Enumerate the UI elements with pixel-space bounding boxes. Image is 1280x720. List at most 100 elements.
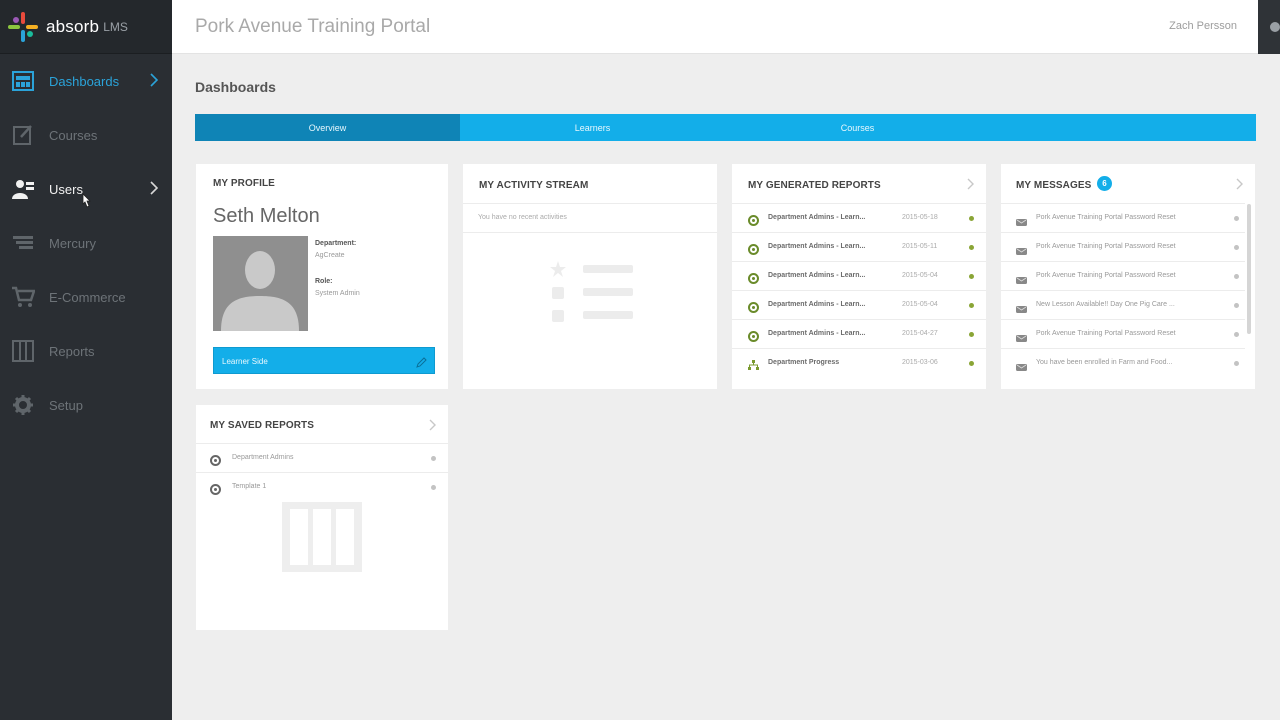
- chevron-right-icon: [150, 181, 159, 200]
- profile-name: Seth Melton: [213, 205, 320, 227]
- avatar-placeholder-icon: [213, 236, 308, 331]
- report-row[interactable]: Department Admins - Learn... 2015-04-27: [732, 319, 986, 348]
- sidebar-item-users[interactable]: Users: [0, 162, 172, 216]
- status-dot: [969, 332, 974, 337]
- report-name: Department Admins - Learn...: [768, 272, 866, 279]
- status-dot: [1234, 245, 1239, 250]
- users-icon: [11, 177, 35, 201]
- user-menu[interactable]: Zach Persson: [1169, 20, 1237, 32]
- sidebar-item-setup[interactable]: Setup: [0, 378, 172, 432]
- message-row[interactable]: Pork Avenue Training Portal Password Res…: [1001, 319, 1245, 348]
- message-row[interactable]: You have been enrolled in Farm and Food.…: [1001, 348, 1245, 377]
- status-dot: [1234, 216, 1239, 221]
- tab-overview[interactable]: Overview: [195, 114, 460, 141]
- tab-courses[interactable]: Courses: [725, 114, 990, 141]
- report-icon: [210, 453, 221, 466]
- envelope-icon: [1016, 243, 1027, 255]
- message-subject: Pork Avenue Training Portal Password Res…: [1036, 214, 1176, 221]
- report-row[interactable]: Department Admins - Learn... 2015-05-18: [732, 203, 986, 232]
- mouse-cursor-icon: [80, 193, 92, 214]
- report-icon: [748, 329, 759, 342]
- status-dot: [1234, 332, 1239, 337]
- envelope-icon: [1016, 330, 1027, 342]
- message-subject: Pork Avenue Training Portal Password Res…: [1036, 243, 1176, 250]
- report-name: Department Admins - Learn...: [768, 214, 866, 221]
- chevron-right-icon[interactable]: [429, 418, 436, 436]
- card-title: MY PROFILE: [213, 178, 275, 189]
- saved-report-row[interactable]: Department Admins: [196, 443, 448, 472]
- messages-card: MY MESSAGES 6 Pork Avenue Training Porta…: [1001, 164, 1255, 389]
- sidebar-item-label: E-Commerce: [49, 289, 126, 305]
- page-title: Dashboards: [195, 79, 276, 95]
- sidebar-item-mercury[interactable]: Mercury: [0, 216, 172, 270]
- logo-text: absorb: [46, 16, 100, 36]
- chevron-right-icon[interactable]: [1236, 177, 1243, 195]
- card-title: MY ACTIVITY STREAM: [479, 180, 589, 191]
- sidebar-item-dashboards[interactable]: Dashboards: [0, 54, 172, 108]
- sidebar-item-label: Reports: [49, 343, 95, 359]
- sidebar-item-courses[interactable]: Courses: [0, 108, 172, 162]
- department-label: Department:: [315, 240, 357, 247]
- panel-toggle-icon: [1270, 22, 1280, 32]
- report-row[interactable]: Department Progress 2015-03-06: [732, 348, 986, 377]
- portal-title: Pork Avenue Training Portal: [195, 16, 431, 37]
- learner-side-button[interactable]: Learner Side: [213, 347, 435, 374]
- dashboard-icon: [11, 69, 35, 93]
- message-row[interactable]: Pork Avenue Training Portal Password Res…: [1001, 232, 1245, 261]
- report-row[interactable]: Department Admins - Learn... 2015-05-11: [732, 232, 986, 261]
- learner-side-label: Learner Side: [222, 357, 268, 366]
- absorb-logo-icon: [8, 11, 38, 42]
- cart-icon: [11, 285, 35, 309]
- message-count-badge: 6: [1097, 176, 1112, 191]
- report-row[interactable]: Department Admins - Learn... 2015-05-04: [732, 261, 986, 290]
- sidebar-item-reports[interactable]: Reports: [0, 324, 172, 378]
- scrollbar[interactable]: [1247, 204, 1251, 334]
- envelope-icon: [1016, 214, 1027, 226]
- status-dot: [969, 274, 974, 279]
- message-row[interactable]: Pork Avenue Training Portal Password Res…: [1001, 203, 1245, 232]
- role-label: Role:: [315, 278, 333, 285]
- courses-icon: [11, 123, 35, 147]
- report-date: 2015-05-11: [902, 243, 938, 250]
- top-bar: Pork Avenue Training Portal Zach Persson: [172, 0, 1280, 54]
- message-row[interactable]: New Lesson Available!! Day One Pig Care …: [1001, 290, 1245, 319]
- saved-reports-card: MY SAVED REPORTS Department Admins Templa…: [196, 405, 448, 630]
- saved-report-name: Department Admins: [232, 454, 294, 461]
- side-panel-toggle[interactable]: [1258, 0, 1280, 54]
- chevron-right-icon[interactable]: [967, 177, 974, 195]
- status-dot: [1234, 274, 1239, 279]
- saved-report-row[interactable]: Template 1: [196, 472, 448, 501]
- message-subject: Pork Avenue Training Portal Password Res…: [1036, 272, 1176, 279]
- chevron-right-icon: [150, 73, 159, 92]
- department-value: AgCreate: [315, 252, 345, 259]
- logo[interactable]: absorb LMS: [0, 0, 172, 54]
- gear-icon: [11, 393, 35, 417]
- report-name: Department Admins - Learn...: [768, 243, 866, 250]
- envelope-icon: [1016, 301, 1027, 313]
- envelope-icon: [1016, 272, 1027, 284]
- status-dot: [969, 245, 974, 250]
- report-date: 2015-05-04: [902, 301, 938, 308]
- sidebar-item-ecommerce[interactable]: E-Commerce: [0, 270, 172, 324]
- sidebar-item-label: Mercury: [49, 235, 96, 251]
- reports-icon: [11, 339, 35, 363]
- message-row[interactable]: Pork Avenue Training Portal Password Res…: [1001, 261, 1245, 290]
- report-row[interactable]: Department Admins - Learn... 2015-05-04: [732, 290, 986, 319]
- empty-reports-illustration: [282, 502, 362, 572]
- status-dot: [1234, 303, 1239, 308]
- report-name: Department Progress: [768, 359, 840, 366]
- sidebar: absorb LMS Dashboards Courses Users Merc…: [0, 0, 172, 720]
- sidebar-item-label: Dashboards: [49, 73, 120, 89]
- tab-learners[interactable]: Learners: [460, 114, 725, 141]
- report-date: 2015-05-18: [902, 214, 938, 221]
- empty-activity-illustration: [550, 261, 633, 322]
- report-name: Department Admins - Learn...: [768, 301, 866, 308]
- status-dot: [969, 361, 974, 366]
- report-icon: [210, 482, 221, 495]
- generated-reports-card: MY GENERATED REPORTS Department Admins -…: [732, 164, 986, 389]
- profile-card: MY PROFILE Seth Melton Department: AgCre…: [196, 164, 448, 389]
- report-date: 2015-03-06: [902, 359, 938, 366]
- sidebar-item-label: Courses: [49, 127, 98, 143]
- report-name: Department Admins - Learn...: [768, 330, 866, 337]
- status-dot: [969, 216, 974, 221]
